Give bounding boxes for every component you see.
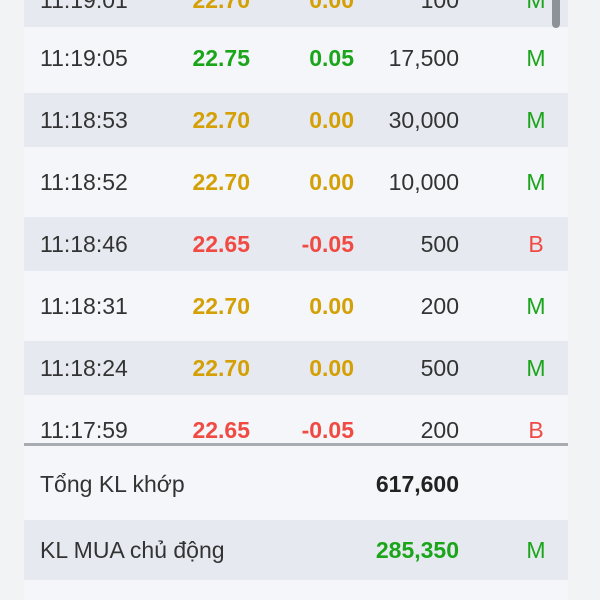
trade-price: 22.70 (192, 354, 250, 381)
trade-row: 11:17:59 22.65 -0.05 200 B (24, 403, 568, 444)
trade-volume: 200 (420, 292, 459, 319)
trade-price: 22.70 (192, 106, 250, 133)
trade-row: 11:18:24 22.70 0.00 500 M (24, 341, 568, 395)
trade-price: 22.65 (192, 230, 250, 257)
trade-change: 0.05 (309, 44, 354, 71)
trade-row: 11:18:46 22.65 -0.05 500 B (24, 217, 568, 271)
trade-price: 22.75 (192, 44, 250, 71)
active-buy-value: 285,350 (375, 536, 459, 563)
trade-price: 22.65 (192, 416, 250, 443)
trade-volume: 100 (354, 0, 459, 14)
trade-volume: 10,000 (388, 168, 459, 195)
trade-row: 11:18:52 22.70 0.00 10,000 M (24, 155, 568, 209)
list-divider (24, 443, 568, 446)
trade-change: 0.00 (309, 292, 354, 319)
active-buy-label: KL MUA chủ động (40, 536, 225, 563)
trade-row: 11:19:01 22.70 0.00 100 M (24, 0, 568, 27)
trade-volume: 17,500 (388, 44, 459, 71)
active-buy-volume-row: KL MUA chủ động 285,350 M (24, 520, 568, 580)
trade-volume: 30,000 (388, 106, 459, 133)
trade-change: 0.00 (309, 106, 354, 133)
total-volume-label: Tổng KL khớp (40, 470, 185, 497)
trade-price: 22.70 (154, 0, 250, 14)
trade-volume: 200 (420, 416, 459, 443)
trade-row: 11:18:31 22.70 0.00 200 M (24, 279, 568, 333)
trade-volume: 500 (420, 230, 459, 257)
active-buy-side: M (526, 536, 546, 563)
trade-row: 11:19:05 22.75 0.05 17,500 M (24, 31, 568, 85)
scrollbar-thumb[interactable] (552, 0, 560, 28)
total-volume-row: Tổng KL khớp 617,600 (24, 454, 568, 514)
trade-change: -0.05 (301, 230, 354, 257)
trade-list[interactable]: 11:19:01 22.70 0.00 100 M 11:19:05 22.75… (24, 0, 568, 444)
trade-history-panel: 11:19:01 22.70 0.00 100 M 11:19:05 22.75… (24, 0, 568, 600)
total-volume-value: 617,600 (375, 470, 459, 497)
trade-change: 0.00 (264, 0, 354, 14)
trade-change: -0.05 (301, 416, 354, 443)
trade-change: 0.00 (309, 168, 354, 195)
trade-row: 11:18:53 22.70 0.00 30,000 M (24, 93, 568, 147)
trade-volume: 500 (420, 354, 459, 381)
trade-price: 22.70 (192, 168, 250, 195)
trade-price: 22.70 (192, 292, 250, 319)
trade-list-scrollbar[interactable] (550, 0, 562, 440)
trade-change: 0.00 (309, 354, 354, 381)
